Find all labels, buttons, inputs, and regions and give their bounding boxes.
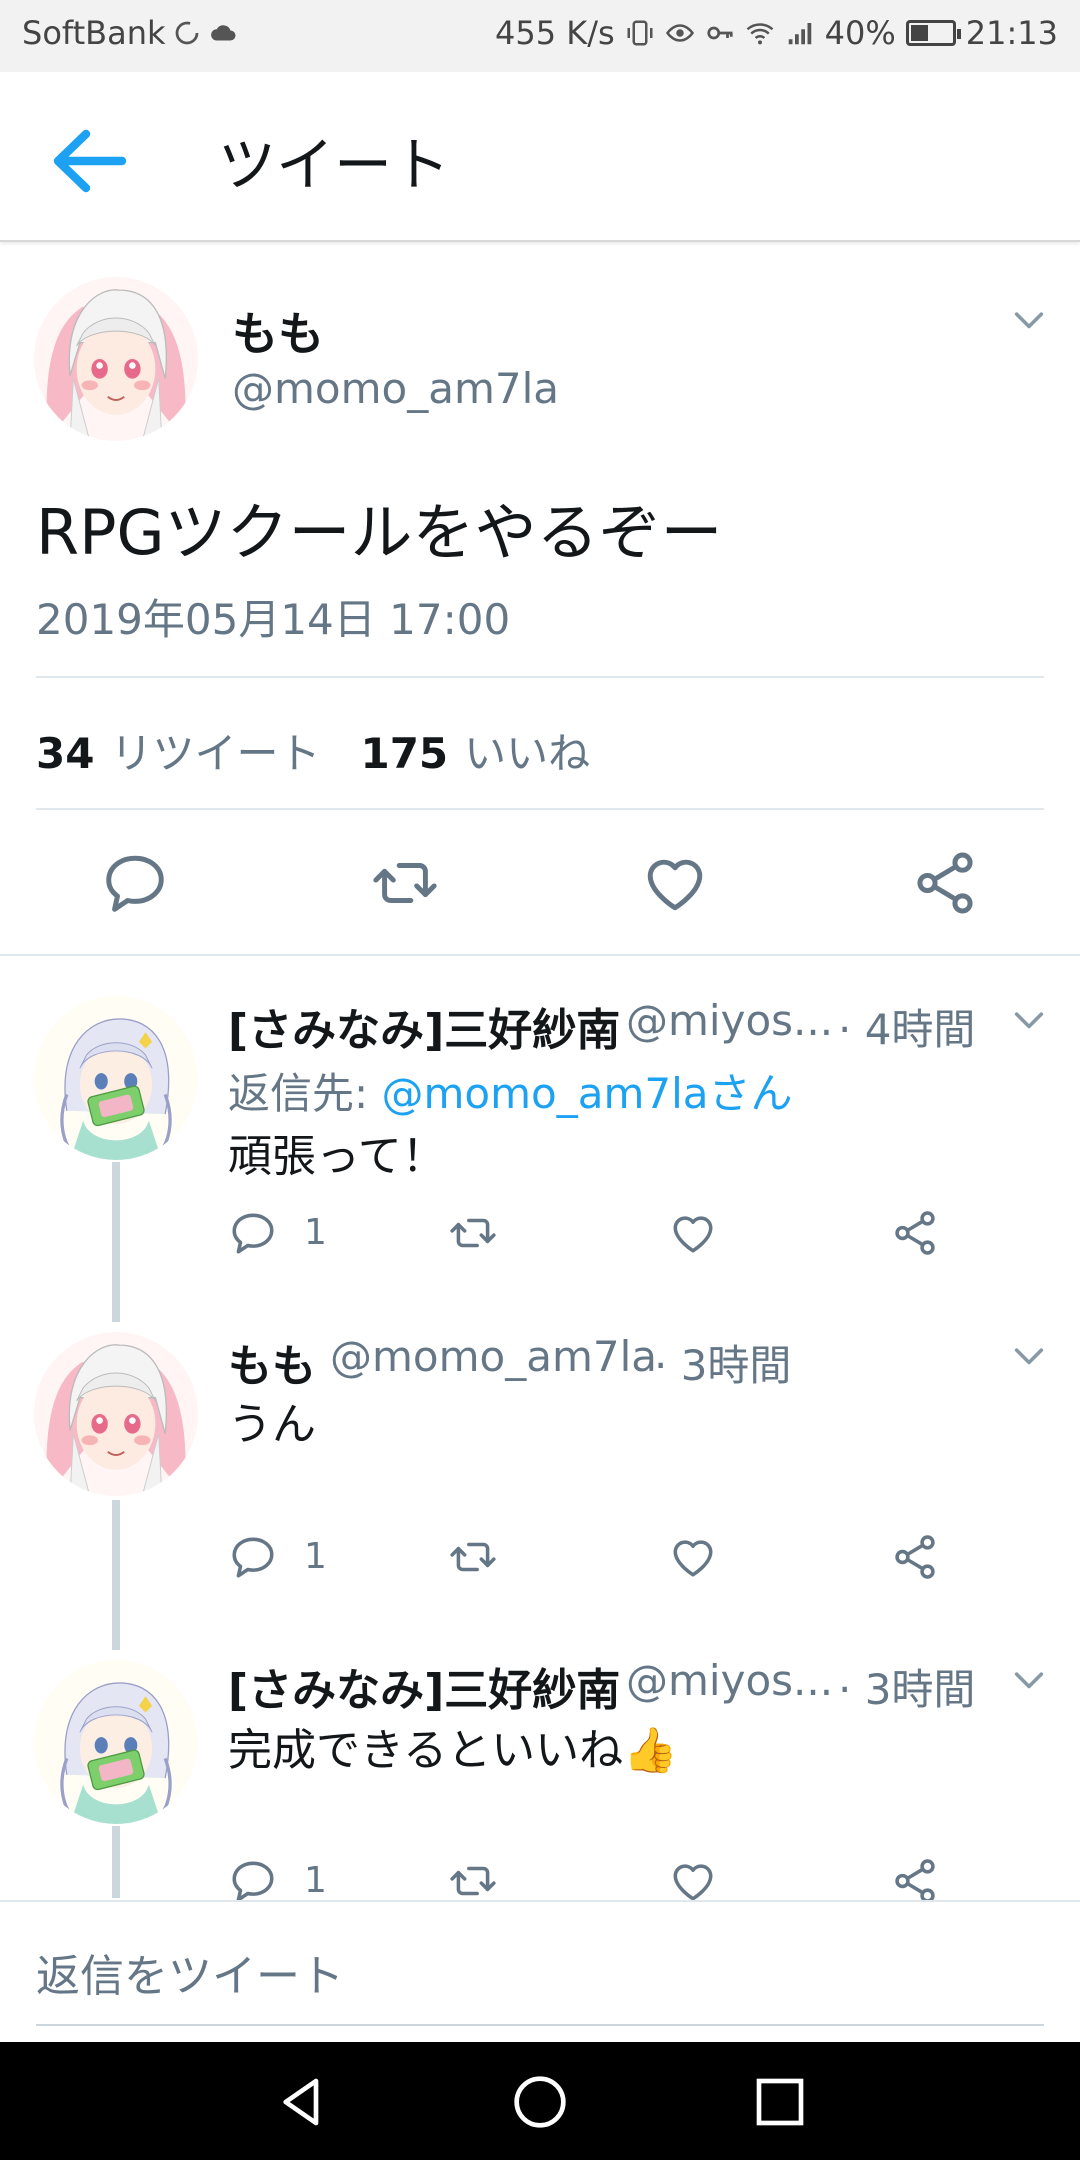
- home-nav-icon[interactable]: [512, 2074, 568, 2130]
- reply-icon[interactable]: [228, 1532, 278, 1582]
- like-icon[interactable]: [640, 848, 710, 918]
- input-underline: [36, 2024, 1044, 2026]
- chevron-down-icon[interactable]: [1012, 1670, 1046, 1692]
- reply-to-line: 返信先: @momo_am7laさん: [228, 1060, 793, 1121]
- app-bar: ツイート: [0, 72, 1080, 242]
- reply-author-name[interactable]: [さみなみ]三好紗南: [228, 1654, 620, 1718]
- retweet-icon[interactable]: [448, 1856, 498, 1906]
- sync-icon: [175, 21, 198, 45]
- reply-count: 1: [304, 1860, 327, 1901]
- reply-time: · 3時間: [654, 1341, 792, 1390]
- reply-count: 1: [304, 1536, 327, 1577]
- reply-author-handle[interactable]: @miyos...: [626, 1656, 833, 1705]
- retweet-count[interactable]: 34: [36, 729, 94, 778]
- reply-icon[interactable]: [100, 848, 170, 918]
- reply-author-name[interactable]: [さみなみ]三好紗南: [228, 994, 620, 1058]
- status-bar: SoftBank 455 K/s 40% 21:13: [0, 0, 1080, 72]
- reply-text: 完成できるといいね👍: [228, 1725, 678, 1776]
- thread-line: [112, 1826, 120, 1898]
- retweet-label[interactable]: リツイート: [110, 720, 320, 781]
- battery-percent: 40%: [824, 14, 896, 52]
- reply-author-name[interactable]: もも: [228, 1330, 316, 1394]
- avatar[interactable]: [34, 1660, 198, 1824]
- reply-icon[interactable]: [228, 1856, 278, 1906]
- carrier-label: SoftBank: [22, 14, 166, 52]
- like-icon[interactable]: [668, 1856, 718, 1906]
- thread-line: [112, 1500, 120, 1650]
- wifi-icon: [746, 23, 773, 45]
- chevron-down-icon[interactable]: [1012, 1346, 1046, 1368]
- clock: 21:13: [965, 14, 1058, 52]
- back-nav-icon[interactable]: [274, 2074, 330, 2130]
- share-icon[interactable]: [910, 848, 980, 918]
- divider: [36, 676, 1044, 678]
- reply-count: 1: [304, 1212, 327, 1253]
- tweet-author-name[interactable]: もも: [232, 298, 324, 364]
- system-nav-bar: [0, 2042, 1080, 2160]
- cloud-icon: [210, 25, 236, 41]
- reply-to-prefix: 返信先:: [228, 1069, 382, 1118]
- share-icon[interactable]: [890, 1532, 940, 1582]
- thread-line: [112, 1162, 120, 1322]
- like-count[interactable]: 175: [360, 729, 448, 778]
- network-speed: 455 K/s: [494, 14, 615, 52]
- back-arrow-icon[interactable]: [50, 126, 130, 196]
- signal-icon: [788, 23, 811, 45]
- battery-icon: [905, 20, 961, 46]
- key-icon: [707, 26, 733, 40]
- eye-icon: [665, 24, 694, 42]
- reply-time: · 4時間: [838, 1005, 976, 1054]
- reply-to-link[interactable]: @momo_am7laさん: [382, 1069, 793, 1118]
- tweet-text: RPGツクールをやるぞー: [36, 496, 723, 569]
- like-label[interactable]: いいね: [464, 720, 590, 781]
- reply-author-handle[interactable]: @momo_am7la: [330, 1332, 657, 1381]
- retweet-icon[interactable]: [448, 1208, 498, 1258]
- reply-text: うん: [228, 1399, 316, 1450]
- reply-author-handle[interactable]: @miyos...: [626, 996, 833, 1045]
- retweet-icon[interactable]: [448, 1532, 498, 1582]
- tweet-timestamp: 2019年05月14日 17:00: [36, 595, 511, 644]
- page-title: ツイート: [218, 131, 451, 199]
- reply-time: · 3時間: [838, 1665, 976, 1714]
- reply-input[interactable]: 返信をツイート: [36, 1940, 344, 2004]
- reply-icon[interactable]: [228, 1208, 278, 1258]
- vibrate-icon: [627, 20, 653, 46]
- recents-nav-icon[interactable]: [752, 2074, 808, 2130]
- avatar[interactable]: [34, 996, 198, 1160]
- reply-text: 頑張って！: [228, 1131, 446, 1182]
- tweet-author-handle[interactable]: @momo_am7la: [232, 364, 559, 413]
- reply-compose-bar: 返信をツイート: [0, 1900, 1080, 2044]
- like-icon[interactable]: [668, 1208, 718, 1258]
- tweet-stats: 34 リツイート 175 いいね: [36, 720, 590, 781]
- chevron-down-icon[interactable]: [1012, 310, 1046, 332]
- like-icon[interactable]: [668, 1532, 718, 1582]
- avatar[interactable]: [34, 277, 198, 441]
- share-icon[interactable]: [890, 1208, 940, 1258]
- divider: [0, 954, 1080, 956]
- share-icon[interactable]: [890, 1856, 940, 1906]
- avatar[interactable]: [34, 1332, 198, 1496]
- divider: [36, 808, 1044, 810]
- retweet-icon[interactable]: [370, 848, 440, 918]
- chevron-down-icon[interactable]: [1012, 1010, 1046, 1032]
